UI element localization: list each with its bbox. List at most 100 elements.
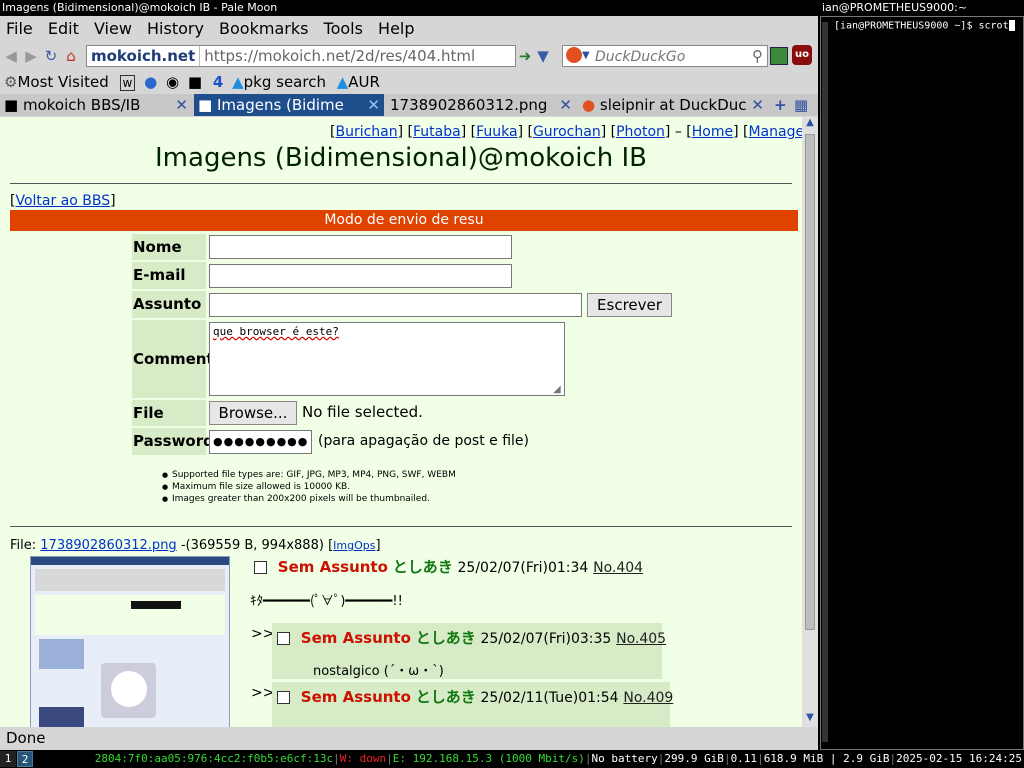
- terminal-window[interactable]: [820, 16, 1024, 750]
- home-icon[interactable]: ⌂: [62, 46, 80, 66]
- url-text[interactable]: https://mokoich.net/2d/res/404.html: [204, 47, 475, 65]
- wifi-status: W: down: [339, 752, 387, 765]
- gear-icon[interactable]: ⚙: [4, 73, 17, 91]
- url-bar[interactable]: mokoich.net https://mokoich.net/2d/res/40…: [86, 45, 516, 67]
- resize-handle-icon[interactable]: ◢: [553, 384, 561, 395]
- subject-input[interactable]: [209, 293, 582, 317]
- reply-date: 25/02/07(Fri)03:35: [480, 631, 612, 647]
- style-link-fuuka[interactable]: Fuuka: [476, 124, 517, 140]
- rule-item: Images greater than 200x200 pixels will …: [162, 493, 456, 505]
- mokoich-icon: ■: [198, 96, 213, 114]
- wikipedia-icon[interactable]: w: [119, 75, 136, 91]
- back-icon[interactable]: ◀: [2, 46, 20, 66]
- op-thumbnail[interactable]: [30, 556, 230, 727]
- reply-subject: Sem Assunto: [300, 629, 411, 647]
- reply-date: 25/02/11(Tue)01:54: [480, 690, 619, 706]
- extension-icon[interactable]: [770, 47, 788, 65]
- workspace-1[interactable]: 1: [0, 751, 16, 767]
- no-file-text: No file selected.: [302, 403, 423, 421]
- back-link-wrapper: [Voltar ao BBS]: [10, 193, 116, 209]
- thumb-image: [111, 671, 147, 707]
- browse-button[interactable]: Browse...: [209, 401, 297, 425]
- close-icon[interactable]: ✕: [367, 94, 380, 116]
- bookmark-pkg-search[interactable]: pkg search: [244, 73, 326, 91]
- menu-bookmarks[interactable]: Bookmarks: [219, 19, 308, 38]
- thumb-redacted: [131, 601, 181, 609]
- scroll-thumb[interactable]: [805, 134, 815, 630]
- bookmark-most-visited[interactable]: Most Visited: [17, 73, 108, 91]
- style-link-futaba[interactable]: Futaba: [413, 124, 461, 140]
- close-icon[interactable]: ✕: [175, 94, 188, 116]
- search-engine-dropdown-icon[interactable]: ▼: [582, 46, 590, 66]
- menu-file[interactable]: File: [6, 19, 33, 38]
- op-poster: としあき: [392, 558, 453, 576]
- comment-textarea[interactable]: que browser é este?: [209, 322, 565, 396]
- go-icon[interactable]: ➜: [516, 46, 534, 66]
- reply-header: Sem Assunto としあき 25/02/07(Fri)03:35 No.4…: [277, 627, 666, 648]
- reply-delete-checkbox[interactable]: [277, 691, 290, 704]
- reload-icon[interactable]: ↻: [42, 46, 60, 66]
- subject-label: Assunto: [132, 291, 206, 318]
- op-post-header: Sem Assunto としあき 25/02/07(Fri)01:34 No.4…: [254, 556, 643, 577]
- file-label: File: [132, 400, 206, 426]
- tab-duckduckgo[interactable]: ● sleipnir at DuckDuc ✕: [578, 94, 768, 116]
- tab-png[interactable]: 1738902860312.png ✕: [386, 94, 576, 116]
- bookmark-4[interactable]: 4: [213, 73, 223, 91]
- terminal-title: ian@PROMETHEUS9000:~: [820, 0, 1024, 16]
- menu-view[interactable]: View: [94, 19, 132, 38]
- scroll-up-icon[interactable]: ▲: [804, 117, 816, 131]
- menu-help[interactable]: Help: [378, 19, 414, 38]
- terminal-scrollbar[interactable]: [822, 22, 828, 742]
- site-identity-badge[interactable]: mokoich.net: [87, 46, 201, 66]
- menu-edit[interactable]: Edit: [48, 19, 79, 38]
- close-icon[interactable]: ✕: [751, 94, 764, 116]
- reply-delete-checkbox[interactable]: [277, 632, 290, 645]
- tab-mokoich-bbs[interactable]: ■ mokoich BBS/IB ✕: [0, 94, 192, 116]
- workspace-2[interactable]: 2: [17, 751, 33, 767]
- name-input[interactable]: [209, 235, 512, 259]
- menu-tools[interactable]: Tools: [324, 19, 363, 38]
- dropdown-icon[interactable]: ▼: [534, 46, 552, 66]
- thumb-toolbar: [35, 569, 225, 591]
- tab-list-icon[interactable]: ▦: [794, 94, 808, 116]
- search-icon[interactable]: ⚲: [752, 46, 763, 66]
- name-label: Nome: [132, 234, 206, 260]
- style-link-burichan[interactable]: Burichan: [335, 124, 397, 140]
- op-file-link[interactable]: 1738902860312.png: [40, 538, 176, 553]
- email-input[interactable]: [209, 264, 512, 288]
- tab-imagens[interactable]: ■ Imagens (Bidime ✕: [194, 94, 384, 116]
- reply-poster: としあき: [415, 688, 476, 706]
- new-tab-icon[interactable]: +: [774, 94, 787, 116]
- close-icon[interactable]: ✕: [559, 94, 572, 116]
- style-link-gurochan[interactable]: Gurochan: [533, 124, 601, 140]
- email-label: E-mail: [132, 262, 206, 289]
- status-bar: Done: [0, 727, 818, 750]
- scroll-down-icon[interactable]: ▼: [804, 712, 816, 726]
- reply-number-link[interactable]: No.405: [616, 631, 666, 647]
- manage-link[interactable]: Manage: [748, 124, 802, 140]
- back-to-bbs-link[interactable]: Voltar ao BBS: [15, 193, 110, 209]
- ublock-icon[interactable]: uo: [792, 45, 812, 65]
- imgops-link[interactable]: ImgOps: [333, 539, 375, 552]
- bookmark-aur[interactable]: AUR: [348, 73, 380, 91]
- bookmark-icon[interactable]: ●: [144, 73, 157, 91]
- search-input[interactable]: [593, 47, 747, 67]
- arch-icon: ▲: [232, 73, 244, 91]
- mokoich-icon[interactable]: ■: [188, 73, 202, 91]
- password-note: (para apagação de post e file): [318, 433, 529, 449]
- duckduckgo-icon[interactable]: [566, 47, 582, 63]
- battery-status: No battery: [591, 752, 658, 765]
- op-number-link[interactable]: No.404: [593, 560, 643, 576]
- submit-button[interactable]: Escrever: [587, 293, 672, 317]
- home-link[interactable]: Home: [692, 124, 733, 140]
- reply-subject: Sem Assunto: [300, 688, 411, 706]
- reply-number-link[interactable]: No.409: [623, 690, 673, 706]
- password-input[interactable]: ●●●●●●●●●: [209, 430, 312, 454]
- style-link-photon[interactable]: Photon: [616, 124, 665, 140]
- search-bar[interactable]: ▼ ⚲: [562, 45, 768, 67]
- owl-icon[interactable]: ◉: [166, 73, 179, 91]
- menu-history[interactable]: History: [147, 19, 204, 38]
- forward-icon[interactable]: ▶: [22, 46, 40, 66]
- op-delete-checkbox[interactable]: [254, 561, 267, 574]
- op-date: 25/02/07(Fri)01:34: [457, 560, 589, 576]
